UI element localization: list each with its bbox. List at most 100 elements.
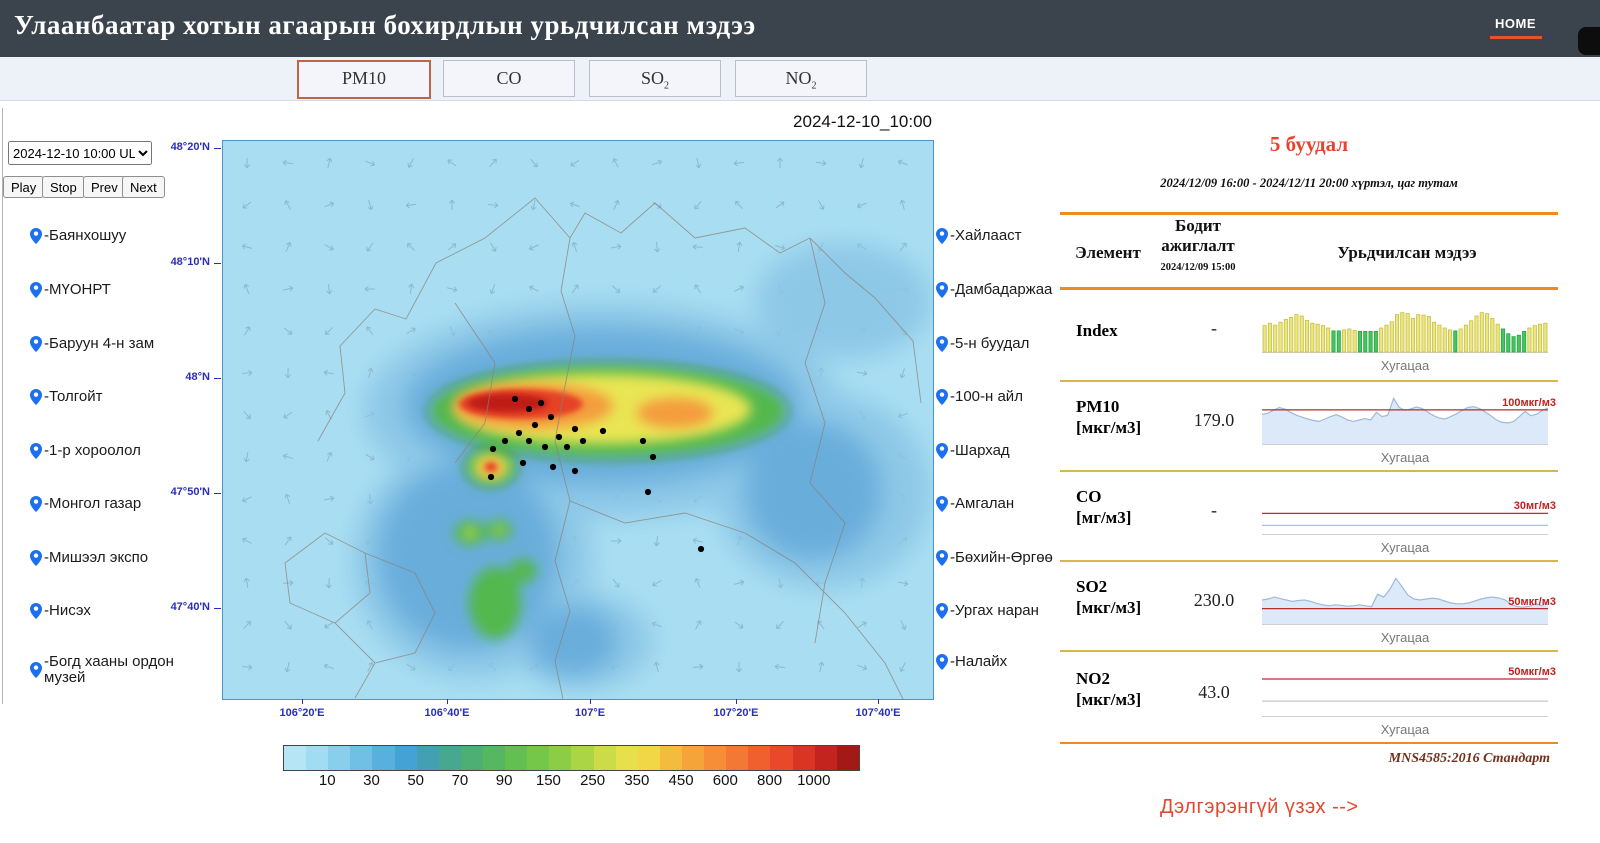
time-select[interactable]: 2024-12-10 10:00 ULA [8,141,152,165]
colorbar-tick-label: 30 [363,772,380,789]
row-divider [1060,560,1558,562]
colorbar-segment [571,746,594,770]
map-pin-icon [30,496,42,512]
station-item[interactable]: -Монгол газар [30,496,180,512]
colorbar-segment [748,746,771,770]
map-canvas [222,140,934,700]
station-label: -Богд хааны ордон музей [44,653,174,686]
tab-co[interactable]: CO [443,60,575,97]
station-item[interactable]: -Богд хааны ордон музей [30,654,180,686]
station-item[interactable]: -Баруун 4-н зам [30,336,180,352]
element-name: Index [1076,321,1118,340]
lat-tick [214,263,221,264]
station-item[interactable]: -Хайлааст [936,228,1066,244]
station-item[interactable]: -1-р хороолол [30,443,180,459]
colorbar-tick-label: 150 [535,772,561,789]
lon-tick [736,699,737,704]
map-pin-icon [936,389,948,405]
lat-tick [214,493,221,494]
so2-forecast-chart: 50мкг/м3 [1261,572,1556,630]
map-pin-icon [936,550,948,566]
map-timestamp: 2024-12-10_10:00 [793,112,932,131]
station-item[interactable]: -Баянхошуу [30,228,180,244]
threshold-label: 50мкг/м3 [1508,666,1556,679]
station-label: -Хайлааст [950,227,1022,244]
station-item[interactable]: -МҮОНРТ [30,282,180,298]
next-button[interactable]: Next [122,176,165,198]
map-pin-icon [30,662,42,678]
colorbar-segment [328,746,351,770]
colorbar-segment [372,746,395,770]
time-axis-label: Хугацаа [1380,630,1430,645]
station-label: -Амгалан [950,495,1015,512]
station-item[interactable]: -100-н айл [936,389,1066,405]
station-label: -Монгол газар [44,495,142,512]
tab-so2[interactable]: SO2 [589,60,721,97]
no2-forecast-chart: 50мкг/м3 [1262,664,1556,722]
so2-chart-svg [1261,577,1549,625]
stop-button[interactable]: Stop [42,176,85,198]
lat-tick-label: 48°20'N [170,141,210,153]
panel-rule-bottom [1060,742,1558,744]
station-item[interactable]: -Толгойт [30,389,180,405]
station-label: -Мишээл экспо [44,549,149,566]
lon-tick-label: 107°40'E [855,707,901,719]
station-item[interactable]: -Амгалан [936,496,1066,512]
colorbar-tick-label: 600 [712,772,738,789]
map-pin-icon [30,389,42,405]
details-link[interactable]: Дэлгэрэнгүй үзэх --> [1160,796,1359,819]
edge-button[interactable] [1578,27,1600,55]
row-pm10: PM10 [мкг/м3] 179.0 100мкг/м3 Хугацаа [1060,384,1558,472]
lon-tick-label: 107°20'E [713,707,759,719]
colorbar-segment [726,746,749,770]
home-link[interactable]: HOME [1495,16,1536,31]
lat-tick [214,608,221,609]
observed-value: - [1211,318,1217,338]
time-axis-label: Хугацаа [1380,540,1430,555]
row-index: Index - Хугацаа [1060,292,1558,380]
threshold-label: 50мкг/м3 [1508,595,1556,608]
station-item[interactable]: -Дамбадаржаа [936,282,1066,298]
lat-tick-label: 48°N [185,371,210,383]
row-divider [1060,470,1558,472]
pollution-map [223,141,933,699]
colorbar-segment [593,746,616,770]
element-name: PM10 [мкг/м3] [1076,397,1142,437]
station-label: -5-н буудал [950,335,1030,352]
play-button[interactable]: Play [3,176,45,198]
lat-tick [214,378,221,379]
colorbar [283,745,860,771]
threshold-label: 100мкг/м3 [1502,396,1556,409]
prev-button[interactable]: Prev [83,176,126,198]
station-label: -МҮОНРТ [44,281,111,298]
station-item[interactable]: -Ургах наран [936,603,1066,619]
map-pin-icon [936,336,948,352]
standard-note: MNS4585:2016 Стандарт [1388,751,1550,766]
tab-pm10[interactable]: PM10 [297,60,431,99]
tab-no2[interactable]: NO2 [735,60,867,97]
time-axis-label: Хугацаа [1380,358,1430,373]
forecast-range: 2024/12/09 16:00 - 2024/12/11 20:00 хүрт… [1160,176,1458,190]
station-item[interactable]: -5-н буудал [936,336,1066,352]
map-pin-icon [936,443,948,459]
header-rule-top [1060,212,1558,215]
col-observed-time: 2024/12/09 15:00 [1160,262,1236,273]
index-forecast-chart [1262,300,1556,358]
station-item[interactable]: -Налайх [936,654,1066,670]
station-label: -Ургах наран [950,602,1039,619]
lon-tick [447,699,448,704]
co-forecast-chart: 30мг/м3 [1262,482,1556,540]
colorbar-tick-label: 90 [495,772,513,789]
colorbar-segment [615,746,638,770]
colorbar-segment [505,746,528,770]
colorbar-segment [350,746,373,770]
row-no2: NO2 [мкг/м3] 43.0 50мкг/м3 Хугацаа [1060,656,1558,744]
threshold-label: 30мг/м3 [1513,500,1556,513]
station-item[interactable]: -Бөхийн-Өргөө [936,550,1066,566]
map-pin-icon [30,603,42,619]
station-item[interactable]: -Шархад [936,443,1066,459]
lat-tick-label: 48°10'N [170,256,210,268]
row-co: CO [мг/м3] - 30мг/м3 Хугацаа [1060,474,1558,562]
station-item[interactable]: -Мишээл экспо [30,550,180,566]
map-pin-icon [936,228,948,244]
